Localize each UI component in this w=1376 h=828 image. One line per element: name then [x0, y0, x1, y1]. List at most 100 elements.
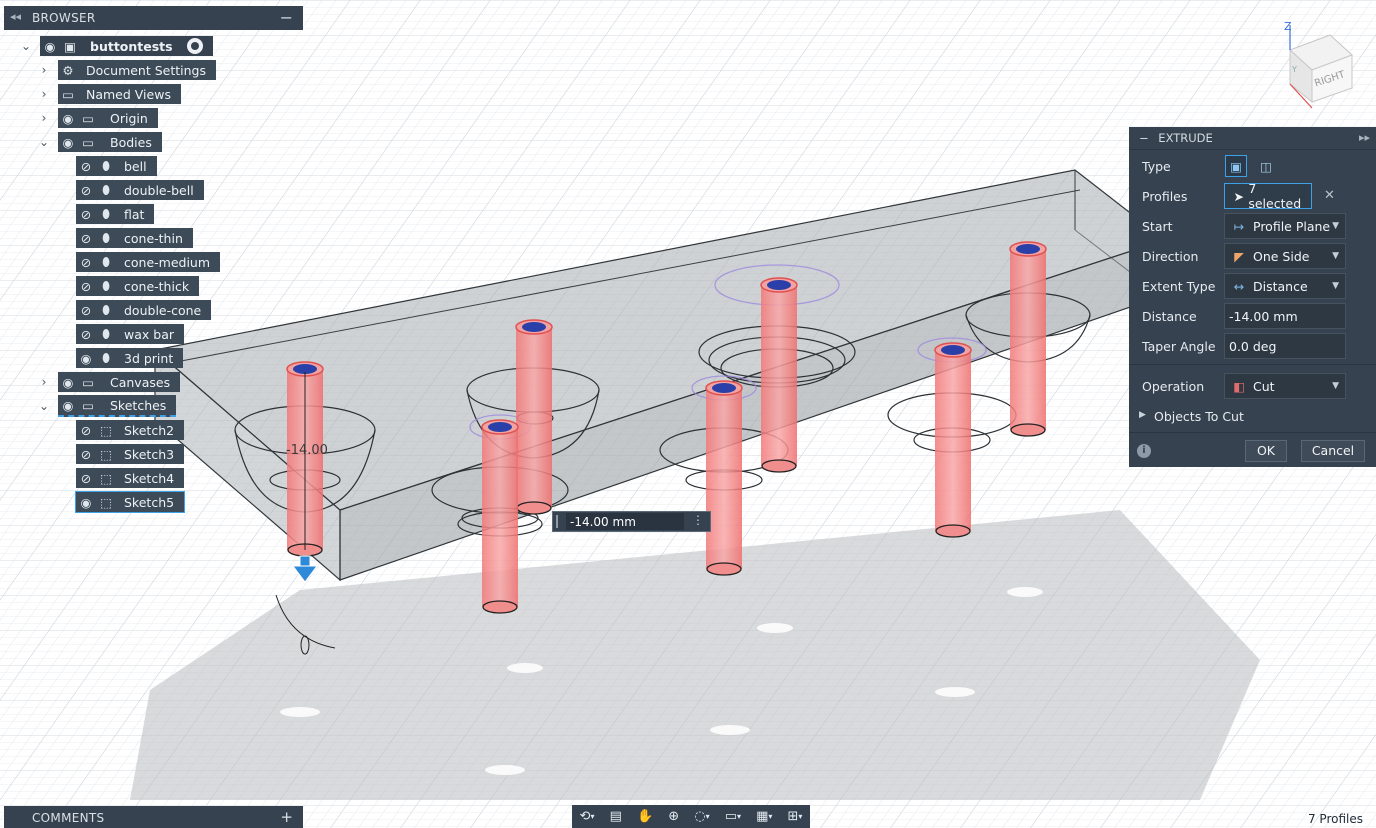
divider — [1129, 364, 1376, 365]
profile-plane-icon: ↦ — [1233, 218, 1245, 234]
drag-handle-icon[interactable] — [556, 515, 564, 528]
body-item[interactable]: ⊘ ⬮ flat — [76, 204, 155, 224]
more-options-icon[interactable]: ⋮ — [692, 513, 704, 527]
extrude-header[interactable]: − EXTRUDE ▸▸ — [1129, 127, 1376, 150]
distance-manipulator-box[interactable]: ⋮ — [552, 511, 711, 532]
start-dropdown[interactable]: ↦ Profile Plane ▼ — [1224, 213, 1346, 239]
display-settings-icon[interactable]: ▭ ▾ — [725, 809, 741, 824]
expand-named-views-icon[interactable]: › — [38, 84, 50, 104]
browser-header[interactable]: ◂◂ BROWSER − — [4, 6, 303, 30]
eye-icon[interactable]: ◉ — [58, 108, 78, 128]
body-icon: ⬮ — [102, 230, 110, 245]
zoom-icon[interactable]: ⊕ — [668, 809, 679, 824]
grid-settings-icon[interactable]: ▦ ▾ — [756, 809, 772, 824]
extrude-dialog[interactable]: − EXTRUDE ▸▸ Type ▣ ◫ Profiles ➤ 7 selec… — [1129, 127, 1376, 467]
taper-angle-input[interactable]: 0.0 deg — [1224, 333, 1346, 359]
collapse-bodies-icon[interactable]: ⌄ — [38, 132, 50, 152]
body-item[interactable]: ⊘ ⬮ cone-medium — [76, 252, 221, 272]
expand-root-icon[interactable]: ⌄ — [20, 36, 32, 56]
eye-icon[interactable]: ◉ — [76, 492, 96, 512]
eye-icon[interactable]: ◉ — [40, 36, 60, 56]
distance-label: Distance — [1142, 309, 1197, 324]
body-icon: ⬮ — [102, 254, 110, 269]
distance-input[interactable]: -14.00 mm — [1224, 303, 1346, 329]
direction-dropdown[interactable]: ◤ One Side ▼ — [1224, 243, 1346, 269]
body-item[interactable]: ◉ ⬮ 3d print — [76, 348, 184, 368]
body-icon: ⬮ — [102, 206, 110, 221]
tree-item-origin[interactable]: ◉ ▭ Origin — [58, 108, 158, 128]
tree-item-bodies[interactable]: ◉ ▭ Bodies — [58, 132, 162, 152]
info-icon[interactable]: i — [1137, 444, 1151, 458]
eye-hidden-icon[interactable]: ⊘ — [76, 228, 96, 248]
sketch-item[interactable]: ⊘ ⬚ Sketch3 — [76, 444, 185, 464]
ok-button[interactable]: OK — [1245, 440, 1287, 462]
body-item[interactable]: ⊘ ⬮ double-cone — [76, 300, 212, 320]
expand-origin-icon[interactable]: › — [38, 108, 50, 128]
expand-triangle-icon[interactable]: ▶ — [1139, 410, 1146, 420]
navigation-toolbar: ⟲ ▾ ▤ ✋ ⊕ ◌ ▾ ▭ ▾ ▦ ▾ ⊞ ▾ — [572, 805, 810, 828]
distance-manipulator-input[interactable] — [566, 513, 684, 530]
pan-hand-icon[interactable]: ✋ — [637, 809, 653, 824]
direction-row: Direction ◤ One Side ▼ — [1129, 242, 1376, 270]
fit-window-icon[interactable]: ◌ ▾ — [694, 809, 709, 824]
activate-radio-icon[interactable] — [186, 38, 203, 54]
eye-hidden-icon[interactable]: ⊘ — [76, 156, 96, 176]
eye-icon[interactable]: ◉ — [58, 395, 78, 415]
eye-hidden-icon[interactable]: ⊘ — [76, 420, 96, 440]
tree-item-named-views[interactable]: ▭ Named Views — [58, 84, 181, 104]
eye-icon[interactable]: ◉ — [58, 132, 78, 152]
eye-icon[interactable]: ◉ — [76, 348, 96, 368]
component-icon: ▣ — [64, 38, 76, 54]
eye-hidden-icon[interactable]: ⊘ — [76, 324, 96, 344]
collapse-sketches-icon[interactable]: ⌄ — [38, 396, 50, 416]
body-item[interactable]: ⊘ ⬮ double-bell — [76, 180, 204, 200]
collapse-panel-icon[interactable]: ◂◂ — [10, 10, 21, 23]
eye-hidden-icon[interactable]: ⊘ — [76, 252, 96, 272]
orbit-icon[interactable]: ⟲ ▾ — [580, 809, 595, 824]
folder-icon: ▭ — [82, 397, 94, 413]
body-icon: ⬮ — [102, 182, 110, 197]
body-item[interactable]: ⊘ ⬮ cone-thick — [76, 276, 200, 296]
eye-hidden-icon[interactable]: ⊘ — [76, 300, 96, 320]
body-item[interactable]: ⊘ ⬮ cone-thin — [76, 228, 193, 248]
minimize-icon[interactable]: − — [280, 8, 293, 27]
extrude-solid-type-icon[interactable]: ▣ — [1225, 155, 1247, 177]
eye-hidden-icon[interactable]: ⊘ — [76, 204, 96, 224]
expand-document-settings-icon[interactable]: › — [38, 60, 50, 80]
extent-type-dropdown[interactable]: ↔ Distance ▼ — [1224, 273, 1346, 299]
add-comment-icon[interactable]: + — [280, 808, 293, 826]
tree-item-sketches[interactable]: ◉ ▭ Sketches — [58, 395, 177, 417]
body-item[interactable]: ⊘ ⬮ wax bar — [76, 324, 184, 344]
profiles-selector[interactable]: ➤ 7 selected — [1224, 181, 1312, 211]
sketch-item[interactable]: ⊘ ⬚ Sketch2 — [76, 420, 185, 440]
body-item[interactable]: ⊘ ⬮ bell — [76, 156, 157, 176]
comments-bar[interactable]: COMMENTS + — [4, 806, 303, 828]
eye-hidden-icon[interactable]: ⊘ — [76, 276, 96, 296]
tree-item-document-settings[interactable]: ⚙ Document Settings — [58, 60, 217, 80]
extrude-thin-type-icon[interactable]: ◫ — [1255, 155, 1277, 177]
extrude-title: EXTRUDE — [1158, 131, 1213, 145]
collapse-dialog-icon[interactable]: − — [1139, 131, 1149, 145]
eye-icon[interactable]: ◉ — [58, 372, 78, 392]
body-label: flat — [124, 206, 145, 222]
operation-dropdown[interactable]: ◧ Cut ▼ — [1224, 373, 1346, 399]
eye-hidden-icon[interactable]: ⊘ — [76, 444, 96, 464]
sketch-item[interactable]: ⊘ ⬚ Sketch4 — [76, 468, 185, 488]
canvases-label: Canvases — [110, 374, 171, 390]
look-at-icon[interactable]: ▤ — [610, 809, 622, 824]
extent-type-value: Distance — [1253, 278, 1308, 294]
expand-canvases-icon[interactable]: › — [38, 372, 50, 392]
eye-hidden-icon[interactable]: ⊘ — [76, 468, 96, 488]
sketch-item-selected[interactable]: ◉ ⬚ Sketch5 — [74, 491, 186, 513]
objects-to-cut-row[interactable]: ▶ Objects To Cut — [1129, 403, 1376, 431]
body-label: cone-thick — [124, 278, 190, 294]
cancel-button[interactable]: Cancel — [1301, 440, 1365, 462]
clear-selection-icon[interactable]: ✕ — [1324, 188, 1335, 203]
viewports-icon[interactable]: ⊞ ▾ — [788, 809, 803, 824]
tree-item-canvases[interactable]: ◉ ▭ Canvases — [58, 372, 181, 392]
eye-hidden-icon[interactable]: ⊘ — [76, 180, 96, 200]
distance-value: -14.00 mm — [1229, 308, 1298, 324]
body-label: 3d print — [124, 350, 174, 366]
tree-root[interactable]: ◉ ▣ buttontests — [40, 36, 213, 56]
expand-dialog-icon[interactable]: ▸▸ — [1359, 127, 1370, 149]
